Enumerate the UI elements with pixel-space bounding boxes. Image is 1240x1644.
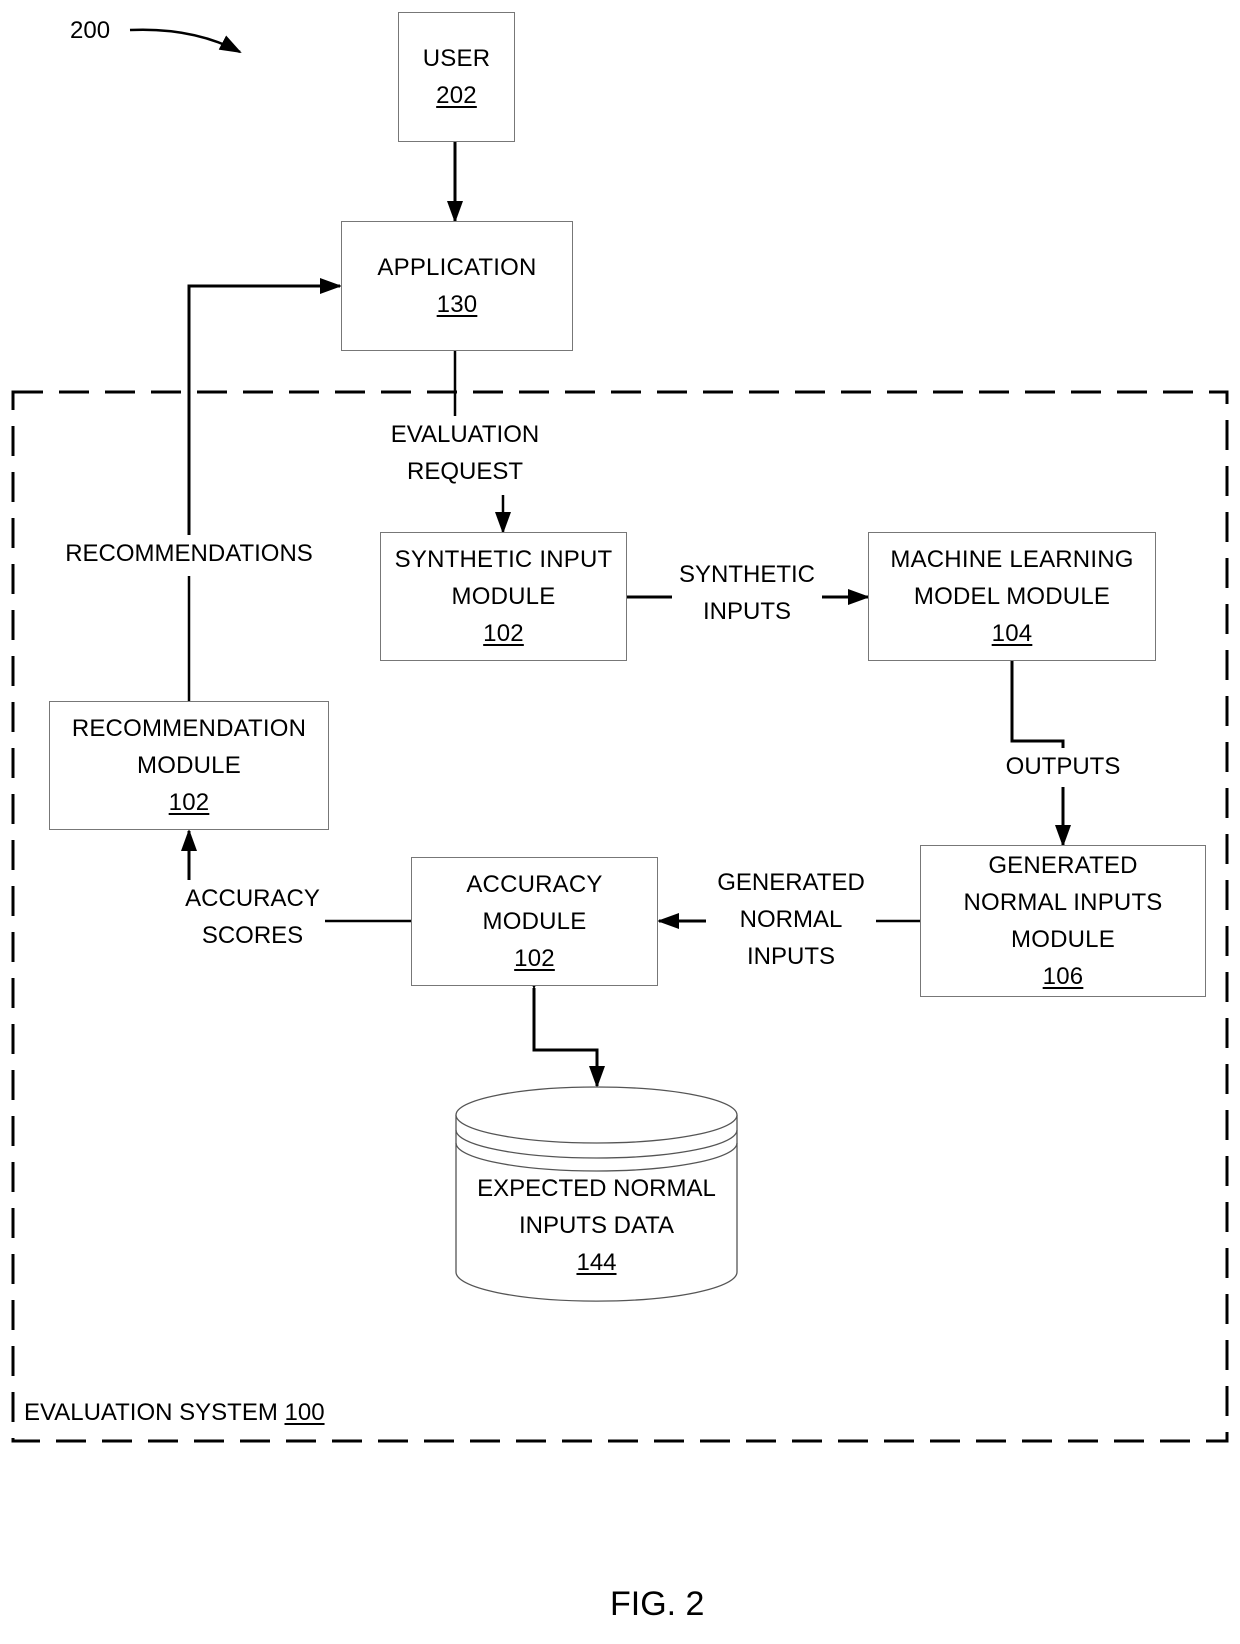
- edge-accuracy-datastore-bidirectional: [526, 968, 605, 1088]
- edge-label-synthetic-inputs: SYNTHETIC INPUTS: [672, 556, 822, 630]
- node-ml-model-label-1: MACHINE LEARNING: [890, 546, 1134, 573]
- node-expected-normal-inputs-data: EXPECTED NORMAL INPUTS DATA 144: [456, 1170, 737, 1281]
- node-generated-label-2: NORMAL INPUTS: [963, 889, 1163, 916]
- datastore-label-1: EXPECTED NORMAL: [477, 1175, 716, 1202]
- node-generated-normal-inputs-module: GENERATED NORMAL INPUTS MODULE 106: [920, 845, 1206, 997]
- node-ml-model-label-2: MODEL MODULE: [913, 583, 1111, 610]
- edge-label-accuracy-scores: ACCURACY SCORES: [180, 880, 325, 954]
- edge-label-to-application: [187, 278, 342, 535]
- figure-number-label: 200: [70, 17, 111, 44]
- evaluation-system-label: EVALUATION SYSTEM 100: [24, 1394, 325, 1431]
- node-generated-label-3: MODULE: [1011, 926, 1115, 953]
- edge-label-generated-normal-inputs: GENERATED NORMAL INPUTS: [706, 864, 876, 975]
- node-ml-model-ref: 104: [991, 620, 1033, 647]
- node-application-label: APPLICATION: [377, 254, 537, 281]
- node-generated-label-1: GENERATED: [988, 852, 1138, 879]
- node-accuracy-label-2: MODULE: [482, 908, 587, 935]
- figure-ref-leader-arrow: [129, 28, 242, 54]
- evaluation-system-ref: 100: [284, 1399, 325, 1426]
- node-synthetic-input-label-2: MODULE: [451, 583, 556, 610]
- node-synthetic-input-ref: 102: [483, 620, 524, 647]
- edge-label-evaluation-request: EVALUATION REQUEST: [380, 416, 550, 490]
- node-synthetic-input-module: SYNTHETIC INPUT MODULE 102: [380, 532, 627, 661]
- node-application-ref: 130: [436, 291, 478, 318]
- node-ml-model-module: MACHINE LEARNING MODEL MODULE 104: [868, 532, 1156, 661]
- node-recommendation-module: RECOMMENDATION MODULE 102: [49, 701, 329, 830]
- node-accuracy-label-1: ACCURACY: [466, 871, 603, 898]
- node-accuracy-module: ACCURACY MODULE 102: [411, 857, 658, 986]
- node-synthetic-input-label-1: SYNTHETIC INPUT: [394, 546, 613, 573]
- node-recommendation-label-1: RECOMMENDATION: [71, 715, 307, 742]
- node-user-label: USER: [422, 45, 491, 72]
- datastore-label-2: INPUTS DATA: [518, 1212, 675, 1239]
- figure-caption: FIG. 2: [610, 1585, 705, 1623]
- node-recommendation-ref: 102: [168, 789, 210, 816]
- edge-label-recommendations: RECOMMENDATIONS: [49, 535, 329, 572]
- node-user-ref: 202: [436, 82, 477, 109]
- evaluation-system-name: EVALUATION SYSTEM: [24, 1399, 278, 1426]
- node-user: USER 202: [398, 12, 515, 142]
- node-application: APPLICATION 130: [341, 221, 573, 351]
- edge-label-outputs: OUTPUTS: [993, 748, 1133, 785]
- node-generated-ref: 106: [1042, 963, 1084, 990]
- node-accuracy-ref: 102: [514, 945, 555, 972]
- edge-ml-model-to-outputs-label: [1010, 661, 1065, 748]
- node-recommendation-label-2: MODULE: [137, 752, 241, 779]
- datastore-ref: 144: [576, 1249, 617, 1276]
